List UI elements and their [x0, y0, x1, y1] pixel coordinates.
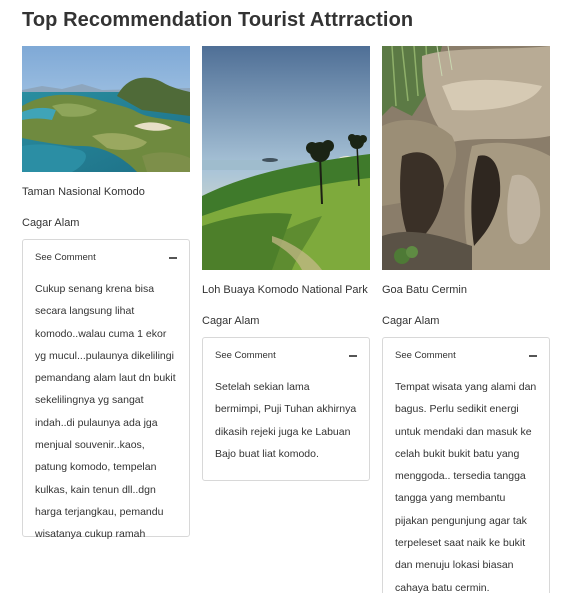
- comment-expander: See Comment Cukup senang krena bisa seca…: [22, 239, 190, 540]
- collapse-icon[interactable]: [349, 354, 357, 357]
- collapse-icon[interactable]: [169, 256, 177, 259]
- comment-text: Tempat wisata yang alami dan bagus. Perl…: [395, 381, 537, 593]
- see-comment-label: See Comment: [215, 349, 276, 361]
- attraction-photo[interactable]: [382, 46, 550, 270]
- page-title: Top Recommendation Tourist Attrraction: [22, 9, 414, 31]
- attraction-category: Cagar Alam: [202, 315, 260, 327]
- see-comment-label: See Comment: [395, 349, 456, 361]
- comment-expander: See Comment Tempat wisata yang alami dan…: [382, 337, 550, 593]
- attraction-card: Taman Nasional Komodo Cagar Alam See Com…: [22, 46, 190, 540]
- attraction-category: Cagar Alam: [382, 315, 440, 327]
- comment-text: Setelah sekian lama bermimpi, Puji Tuhan…: [215, 381, 357, 460]
- attraction-name[interactable]: Taman Nasional Komodo: [22, 186, 190, 202]
- comment-expander: See Comment Setelah sekian lama bermimpi…: [202, 337, 370, 481]
- page: Top Recommendation Tourist Attrraction T…: [0, 0, 565, 593]
- collapse-icon[interactable]: [529, 354, 537, 357]
- attraction-category: Cagar Alam: [22, 217, 80, 229]
- attraction-name[interactable]: Loh Buaya Komodo National Park: [202, 284, 370, 300]
- attraction-photo[interactable]: [202, 46, 370, 270]
- see-comment-toggle[interactable]: See Comment: [383, 338, 549, 363]
- comment-text: Cukup senang krena bisa secara langsung …: [35, 283, 176, 541]
- see-comment-label: See Comment: [35, 251, 96, 263]
- attraction-card: Loh Buaya Komodo National Park Cagar Ala…: [202, 46, 370, 481]
- attraction-photo[interactable]: [22, 46, 190, 172]
- attraction-name[interactable]: Goa Batu Cermin: [382, 284, 550, 300]
- see-comment-toggle[interactable]: See Comment: [23, 240, 189, 265]
- attraction-card: Goa Batu Cermin Cagar Alam See Comment T…: [382, 46, 550, 593]
- see-comment-toggle[interactable]: See Comment: [203, 338, 369, 363]
